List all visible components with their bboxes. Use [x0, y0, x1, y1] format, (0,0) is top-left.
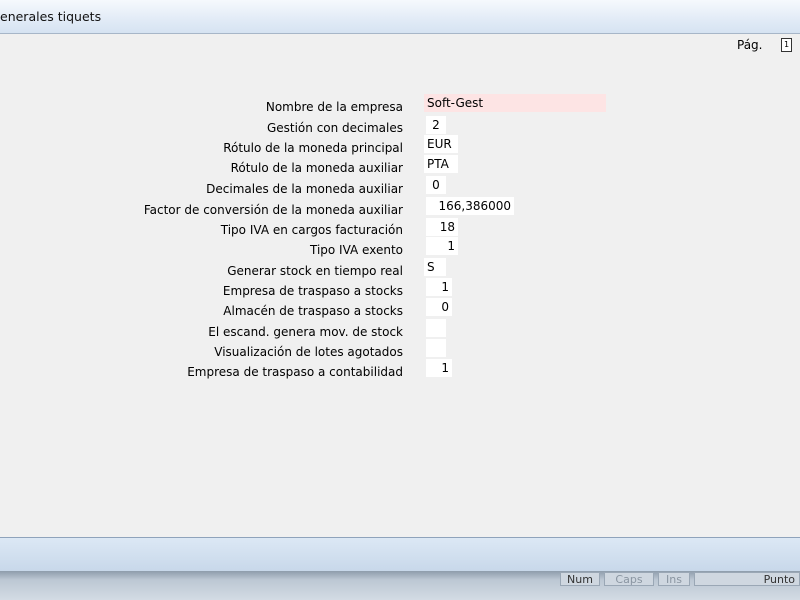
field-realtime-stock[interactable]: S [424, 258, 446, 276]
field-decimal-management[interactable]: 2 [426, 116, 446, 134]
field-accounting-transfer-company[interactable]: 1 [426, 359, 452, 377]
label-realtime-stock: Generar stock en tiempo real [227, 264, 403, 278]
label-exhausted-lots: Visualización de lotes agotados [214, 345, 403, 359]
label-decimal-management: Gestión con decimales [266, 121, 403, 135]
field-conversion-factor[interactable]: 166,386000 [426, 197, 514, 215]
label-scanner-stock-movement: El escand. genera mov. de stock [208, 325, 403, 339]
label-company-name: Nombre de la empresa [265, 100, 403, 114]
page-label: Pág. [737, 38, 763, 52]
label-vat-exempt: Tipo IVA exento [309, 243, 403, 257]
label-stock-transfer-warehouse: Almacén de traspaso a stocks [223, 304, 403, 318]
field-vat-exempt[interactable]: 1 [426, 237, 458, 255]
field-stock-transfer-warehouse[interactable]: 0 [426, 298, 452, 316]
field-vat-billing[interactable]: 18 [426, 218, 458, 236]
window-title: enerales tiquets [0, 9, 102, 24]
form-panel: Nombre de la empresa Soft-Gest Gestión c… [0, 56, 800, 537]
title-bar: enerales tiquets [0, 0, 800, 34]
status-caps: Caps [604, 572, 654, 586]
status-bar: Num Caps Ins Punto [0, 571, 800, 600]
field-company-name[interactable]: Soft-Gest [424, 94, 606, 112]
label-aux-currency: Rótulo de la moneda auxiliar [230, 161, 403, 175]
field-main-currency[interactable]: EUR [424, 135, 458, 153]
label-aux-decimals: Decimales de la moneda auxiliar [206, 182, 403, 196]
label-main-currency: Rótulo de la moneda principal [223, 141, 403, 155]
field-exhausted-lots[interactable] [426, 339, 446, 357]
label-stock-transfer-company: Empresa de traspaso a stocks [222, 284, 403, 298]
label-vat-billing: Tipo IVA en cargos facturación [220, 223, 403, 237]
field-aux-decimals[interactable]: 0 [426, 176, 446, 194]
status-punto: Punto [694, 572, 800, 586]
page-icon[interactable]: 1 [781, 38, 792, 52]
status-num: Num [560, 572, 600, 586]
field-stock-transfer-company[interactable]: 1 [426, 278, 452, 296]
field-aux-currency[interactable]: PTA [424, 155, 458, 173]
status-ins: Ins [658, 572, 690, 586]
field-scanner-stock-movement[interactable] [426, 319, 446, 337]
label-accounting-transfer-company: Empresa de traspaso a contabilidad [187, 365, 403, 379]
footer-band [0, 537, 800, 571]
label-conversion-factor: Factor de conversión de la moneda auxili… [143, 203, 403, 217]
toolbar: Pág. 1 [0, 34, 800, 56]
